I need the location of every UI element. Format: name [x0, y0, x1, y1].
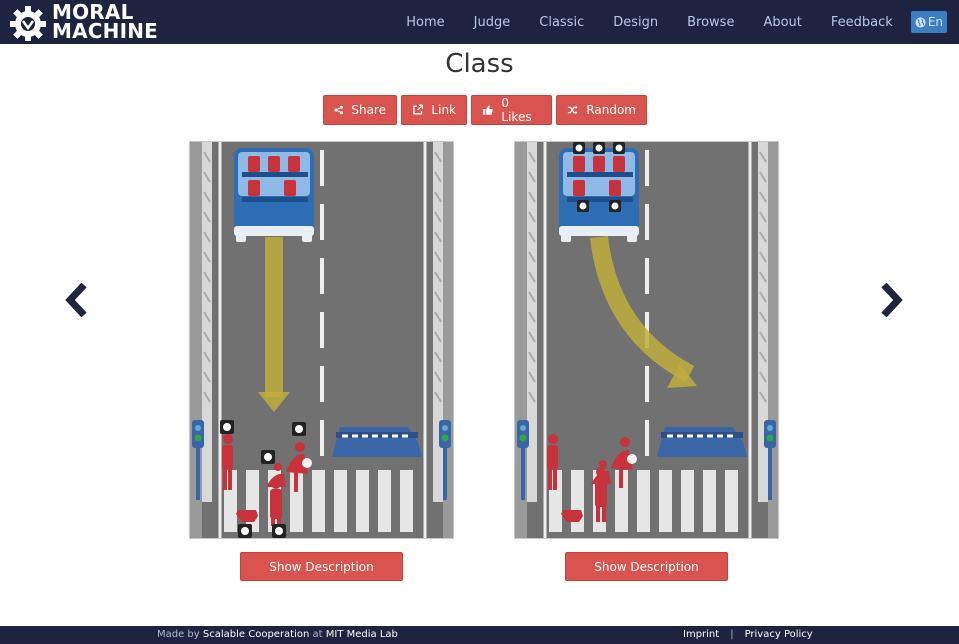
- external-link-icon: [413, 104, 424, 115]
- page-title: Class: [445, 49, 514, 79]
- at-text: at: [312, 629, 323, 640]
- moral-machine-logo[interactable]: MORAL MACHINE: [8, 2, 159, 43]
- imprint-link[interactable]: Imprint: [683, 629, 719, 640]
- barrier-icon: [657, 427, 747, 457]
- nav-design[interactable]: Design: [613, 15, 658, 30]
- nav-about[interactable]: About: [763, 15, 801, 30]
- share-label: Share: [351, 103, 386, 117]
- link-button[interactable]: Link: [401, 95, 467, 125]
- footer: Made by Scalable Cooperation at MIT Medi…: [0, 626, 959, 644]
- shuffle-icon: [567, 105, 578, 115]
- thumbs-up-icon: [482, 105, 493, 115]
- scalable-cooperation-link[interactable]: Scalable Cooperation: [203, 629, 309, 640]
- crosswalk: [224, 470, 413, 532]
- show-description-button-right[interactable]: Show Description: [565, 552, 728, 581]
- privacy-policy-link[interactable]: Privacy Policy: [745, 629, 813, 640]
- logo-line-2: MACHINE: [52, 19, 159, 43]
- barrier-icon: [332, 427, 422, 457]
- scenario-right[interactable]: [514, 141, 779, 539]
- share-button[interactable]: Share: [323, 95, 397, 125]
- made-by-text: Made by: [157, 629, 200, 640]
- gear-logo-icon: [10, 6, 46, 41]
- mit-media-lab-link[interactable]: MIT Media Lab: [326, 629, 398, 640]
- logo-text: MORAL MACHINE: [52, 2, 159, 43]
- scenario-left[interactable]: [189, 141, 454, 539]
- car-icon: [559, 142, 639, 242]
- scenario-left-illustration: [190, 142, 453, 538]
- footer-separator: |: [730, 629, 734, 640]
- car-icon: [234, 148, 314, 242]
- nav-feedback[interactable]: Feedback: [831, 15, 893, 30]
- top-navbar: MORAL MACHINE Home Judge Classic Design …: [0, 0, 959, 44]
- language-label: En: [927, 15, 943, 29]
- language-button[interactable]: En: [910, 11, 947, 33]
- nav-judge[interactable]: Judge: [474, 15, 511, 30]
- nav-home[interactable]: Home: [406, 15, 444, 30]
- action-buttons: Share Link 0 Likes Random: [323, 95, 647, 125]
- likes-button[interactable]: 0 Likes: [471, 95, 552, 125]
- footer-credits: Made by Scalable Cooperation at MIT Medi…: [157, 629, 398, 640]
- nav-browse[interactable]: Browse: [687, 15, 734, 30]
- share-icon: [334, 105, 343, 115]
- random-label: Random: [586, 103, 636, 117]
- center-dashes: [320, 150, 324, 456]
- globe-icon: [915, 16, 926, 28]
- random-button[interactable]: Random: [556, 95, 647, 125]
- footer-links: Imprint | Privacy Policy: [683, 629, 813, 640]
- scenario-right-illustration: [515, 142, 778, 538]
- next-arrow-icon[interactable]: [880, 283, 906, 317]
- main-nav: Home Judge Classic Design Browse About F…: [406, 0, 959, 44]
- show-description-button-left[interactable]: Show Description: [240, 552, 403, 581]
- previous-arrow-icon[interactable]: [62, 283, 88, 317]
- link-label: Link: [431, 103, 456, 117]
- likes-label: 0 Likes: [501, 96, 532, 124]
- nav-classic[interactable]: Classic: [539, 15, 584, 30]
